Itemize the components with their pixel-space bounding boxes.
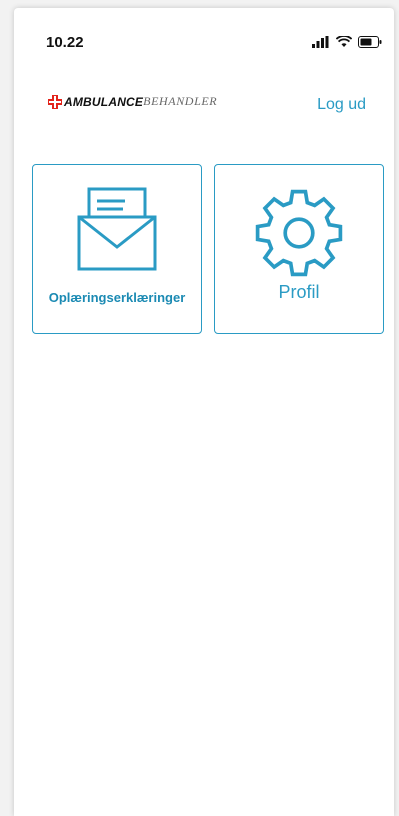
app-screen: 10.22 AMBULANCE BEHANDLER Log ud Oplærin…: [14, 8, 394, 816]
gear-icon: [255, 189, 343, 277]
device-frame: 10.22 AMBULANCE BEHANDLER Log ud Oplærin…: [0, 0, 399, 816]
envelope-icon: [77, 187, 157, 271]
status-time: 10.22: [46, 34, 84, 51]
wifi-icon: [336, 36, 352, 47]
logo-text-light: BEHANDLER: [143, 94, 218, 108]
tile-grid: Oplæringserklæringer Profil: [32, 164, 384, 334]
app-header: AMBULANCE BEHANDLER Log ud: [14, 80, 394, 120]
logout-button[interactable]: Log ud: [317, 96, 366, 114]
tile-training-declarations-label: Oplæringserklæringer: [48, 290, 186, 305]
signal-icon: [312, 36, 329, 48]
tile-training-declarations[interactable]: Oplæringserklæringer: [32, 164, 202, 334]
app-logo: AMBULANCE BEHANDLER: [48, 94, 217, 109]
status-bar: 10.22: [14, 8, 394, 68]
status-icons: [312, 36, 382, 48]
logo-text-bold: AMBULANCE: [64, 94, 144, 109]
red-cross-icon: [48, 94, 62, 109]
battery-icon: [358, 36, 382, 48]
tile-profile-label: Profil: [278, 282, 320, 302]
tile-profile[interactable]: Profil: [214, 164, 384, 334]
